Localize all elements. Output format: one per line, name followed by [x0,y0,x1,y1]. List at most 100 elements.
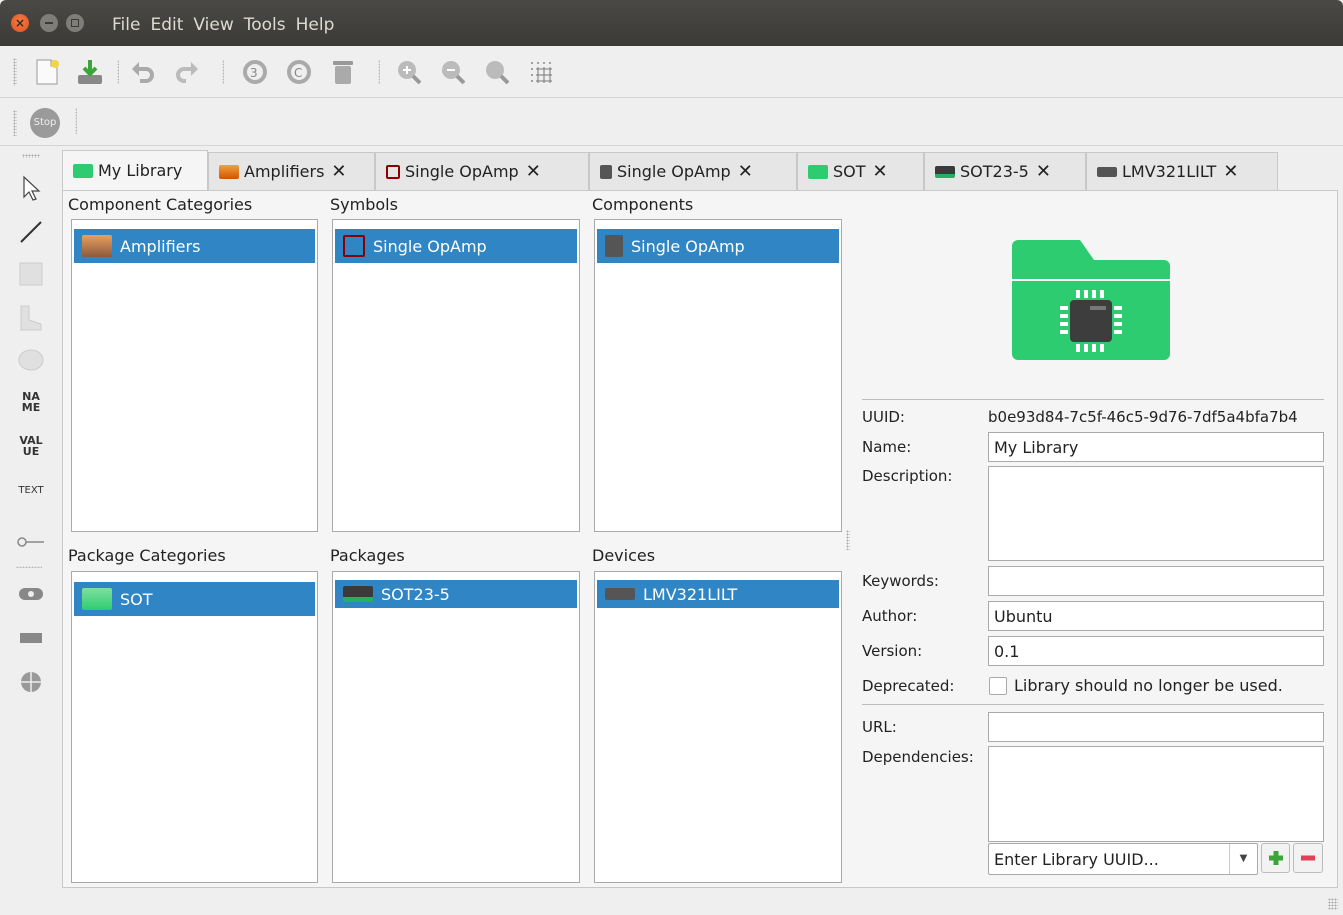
name-field[interactable]: My Library [988,432,1324,462]
add-pin-icon[interactable] [17,528,45,556]
draw-circle-icon[interactable] [17,346,45,374]
author-field[interactable]: Ubuntu [988,601,1324,631]
main-toolbar: 3 C [0,46,1343,98]
svg-text:C: C [294,66,302,80]
tab-symbol-single-opamp[interactable]: Single OpAmp ✕ [375,152,589,190]
zoom-out-icon[interactable] [438,57,468,87]
toolbar-grip[interactable] [13,58,17,86]
tab-label: SOT [833,162,866,181]
minimize-window-button[interactable] [40,14,58,32]
secondary-toolbar [0,98,1343,146]
zoom-in-icon[interactable] [394,57,424,87]
tab-lmv321lilt[interactable]: LMV321LILT ✕ [1086,152,1278,190]
package-categories-list[interactable]: SOT [71,571,318,883]
packages-list[interactable]: SOT23-5 [332,571,580,883]
list-item[interactable]: Single OpAmp [597,229,839,263]
menu-file[interactable]: File [112,15,140,35]
list-item-label: LMV321LILT [643,584,738,604]
author-label: Author: [862,607,918,625]
title-bar: × File Edit View Tools Help [0,0,1343,46]
menu-help[interactable]: Help [296,15,335,35]
resize-grip[interactable] [1328,898,1338,910]
toolbar-separator [16,566,42,568]
tab-component-single-opamp[interactable]: Single OpAmp ✕ [589,152,797,190]
save-icon[interactable] [75,57,105,87]
tab-close-icon[interactable]: ✕ [1223,161,1238,182]
url-field[interactable] [988,712,1324,742]
menu-view[interactable]: View [193,15,233,35]
version-field[interactable]: 0.1 [988,636,1324,666]
dependencies-list[interactable] [988,746,1324,842]
draw-rect-icon[interactable] [17,260,45,288]
undo-icon[interactable] [128,57,158,87]
version-label: Version: [862,642,923,660]
maximize-window-button[interactable] [66,14,84,32]
tab-sot[interactable]: SOT ✕ [797,152,924,190]
list-item-label: Amplifiers [120,236,201,256]
tab-amplifiers[interactable]: Amplifiers ✕ [208,152,375,190]
draw-line-icon[interactable] [17,218,45,246]
symbols-list[interactable]: Single OpAmp [332,219,580,532]
dependency-uuid-combobox[interactable]: Enter Library UUID... ▼ [988,843,1258,875]
tab-my-library[interactable]: My Library [62,150,208,190]
splitter-handle[interactable] [846,530,850,550]
remove-dependency-button[interactable] [1293,843,1323,873]
toolbar-grip[interactable] [22,154,40,158]
devices-list[interactable]: LMV321LILT [594,571,842,883]
minus-icon [1301,855,1315,861]
list-item-label: Single OpAmp [631,236,745,256]
add-dependency-button[interactable] [1261,843,1290,873]
redo-icon[interactable] [172,57,202,87]
trash-icon[interactable] [328,57,358,87]
tab-close-icon[interactable]: ✕ [738,161,753,182]
stop-button[interactable]: Stop [30,108,60,138]
keywords-label: Keywords: [862,572,939,590]
component-categories-list[interactable]: Amplifiers [71,219,318,532]
list-item[interactable]: SOT [74,582,315,616]
tab-close-icon[interactable]: ✕ [331,161,346,182]
rotate-cw-icon[interactable]: C [284,57,314,87]
zoom-fit-icon[interactable] [482,57,512,87]
package-icon [343,586,373,602]
add-hole-icon[interactable] [17,668,45,696]
dependency-uuid-input[interactable]: Enter Library UUID... [994,850,1159,869]
list-item[interactable]: Amplifiers [74,229,315,263]
list-item-label: SOT23-5 [381,584,450,604]
deprecated-checkbox[interactable] [989,677,1007,695]
menu-edit[interactable]: Edit [150,15,183,35]
toolbar-grip[interactable] [13,110,17,136]
tab-close-icon[interactable]: ✕ [873,161,888,182]
add-text-tool[interactable]: TEXT [17,476,45,504]
menu-tools[interactable]: Tools [244,15,286,35]
add-value-tool[interactable]: VAL UE [17,432,45,460]
status-bar [0,892,1343,915]
add-thru-pad-icon[interactable] [17,580,45,608]
component-icon [605,235,623,257]
grid-icon[interactable] [526,57,556,87]
add-name-tool[interactable]: NA ME [17,388,45,416]
description-label: Description: [862,467,953,485]
divider [862,399,1324,400]
tab-sot23-5[interactable]: SOT23-5 ✕ [924,152,1086,190]
tab-close-icon[interactable]: ✕ [526,161,541,182]
list-item[interactable]: LMV321LILT [597,580,839,608]
folder-icon [219,164,239,179]
components-list[interactable]: Single OpAmp [594,219,842,532]
close-window-button[interactable]: × [11,14,29,32]
deprecated-text: Library should no longer be used. [1014,676,1283,695]
tab-close-icon[interactable]: ✕ [1036,161,1051,182]
list-item[interactable]: SOT23-5 [335,580,577,608]
draw-polygon-icon[interactable] [17,304,45,332]
description-field[interactable] [988,466,1324,561]
rotate-ccw-icon[interactable]: 3 [240,57,270,87]
toolbar-separator [75,108,77,134]
device-icon [605,588,635,600]
new-file-icon[interactable] [32,57,62,87]
add-smt-pad-icon[interactable] [17,624,45,652]
chevron-down-icon[interactable]: ▼ [1229,844,1257,874]
devices-heading: Devices [592,546,656,565]
list-item-label: Single OpAmp [373,236,487,256]
keywords-field[interactable] [988,566,1324,596]
list-item[interactable]: Single OpAmp [335,229,577,263]
select-cursor-icon[interactable] [17,174,45,202]
